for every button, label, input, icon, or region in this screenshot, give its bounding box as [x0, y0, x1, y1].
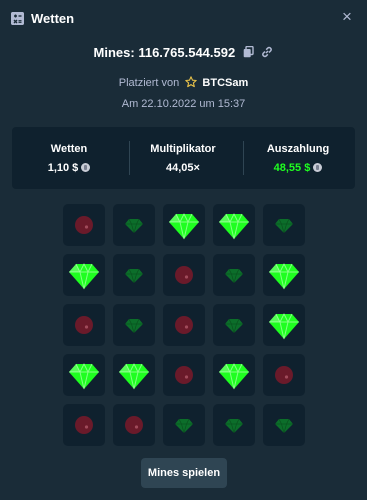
copy-icon[interactable] [243, 45, 254, 63]
mine-icon [175, 316, 193, 334]
wager-value-row: 1,10 $ [12, 162, 126, 174]
multiplier-stat: Multiplikator 44,05× [126, 127, 240, 189]
board-tile-mine [63, 204, 105, 246]
bets-icon [11, 12, 24, 25]
board-tile-gem-revealed [63, 254, 105, 296]
board-tile-gem-revealed [113, 354, 155, 396]
payout-value-row: 48,55 $ [241, 162, 355, 174]
board-tile-mine [163, 254, 205, 296]
board-tile-gem-revealed [63, 354, 105, 396]
gem-icon [269, 312, 299, 340]
gem-icon [125, 318, 143, 334]
board-tile-gem-revealed [263, 254, 305, 296]
board-tile-gem [263, 204, 305, 246]
gem-icon [225, 268, 243, 284]
board-tile-gem-revealed [263, 304, 305, 346]
wager-stat: Wetten 1,10 $ [12, 127, 126, 189]
link-icon[interactable] [261, 45, 273, 63]
board-tile-gem [213, 254, 255, 296]
gem-icon [169, 212, 199, 240]
board-tile-gem [263, 404, 305, 446]
board-tile-mine [63, 404, 105, 446]
board-tile-gem [213, 404, 255, 446]
gem-icon [125, 218, 143, 234]
gem-icon [219, 212, 249, 240]
modal-header: Wetten × [0, 0, 367, 38]
board-tile-gem [113, 254, 155, 296]
placed-by-line: Platziert von BTCSam [0, 76, 367, 92]
gem-icon [119, 362, 149, 390]
gem-icon [275, 218, 293, 234]
board-tile-gem [113, 204, 155, 246]
coin-icon [81, 163, 91, 172]
mine-icon [75, 316, 93, 334]
gem-icon [219, 362, 249, 390]
mine-icon [275, 366, 293, 384]
board-tile-mine [63, 304, 105, 346]
payout-label: Auszahlung [266, 143, 330, 155]
gem-icon [275, 418, 293, 434]
gem-icon [269, 262, 299, 290]
gem-icon [175, 418, 193, 434]
multiplier-label: Multiplikator [150, 143, 216, 155]
mine-icon [175, 266, 193, 284]
mines-label: Mines: [93, 45, 135, 60]
board-tile-gem-revealed [163, 204, 205, 246]
board-tile-mine [263, 354, 305, 396]
multiplier-value: 44,05× [166, 162, 200, 174]
payout-value: 48,55 $ [273, 162, 311, 174]
username-link[interactable]: BTCSam [202, 77, 248, 89]
gem-icon [69, 362, 99, 390]
mine-icon [125, 416, 143, 434]
mine-icon [175, 366, 193, 384]
board-tile-mine [113, 404, 155, 446]
mines-board [63, 204, 307, 448]
vip-star-icon [185, 76, 198, 92]
mine-icon [75, 416, 93, 434]
close-icon[interactable]: × [338, 8, 356, 26]
board-tile-gem-revealed [213, 204, 255, 246]
payout-stat: Auszahlung 48,55 $ [241, 127, 355, 189]
play-mines-button[interactable]: Mines spielen [141, 458, 227, 488]
board-tile-gem [213, 304, 255, 346]
bet-stats-panel: Wetten 1,10 $ Multiplikator 44,05× Ausza… [12, 127, 355, 189]
coin-icon [313, 163, 323, 172]
wager-value: 1,10 $ [47, 162, 79, 174]
board-tile-gem [113, 304, 155, 346]
modal-title: Wetten [31, 11, 75, 26]
bet-id: 116.765.544.592 [138, 45, 236, 60]
board-tile-mine [163, 354, 205, 396]
mine-icon [75, 216, 93, 234]
gem-icon [225, 318, 243, 334]
board-tile-gem-revealed [213, 354, 255, 396]
placed-by-label: Platziert von [118, 77, 180, 89]
bet-date: Am 22.10.2022 um 15:37 [121, 98, 246, 110]
gem-icon [69, 262, 99, 290]
bet-id-line: Mines: 116.765.544.592 [0, 44, 367, 62]
gem-icon [125, 268, 143, 284]
gem-icon [225, 418, 243, 434]
board-tile-gem [163, 404, 205, 446]
wager-label: Wetten [50, 143, 88, 155]
board-tile-mine [163, 304, 205, 346]
